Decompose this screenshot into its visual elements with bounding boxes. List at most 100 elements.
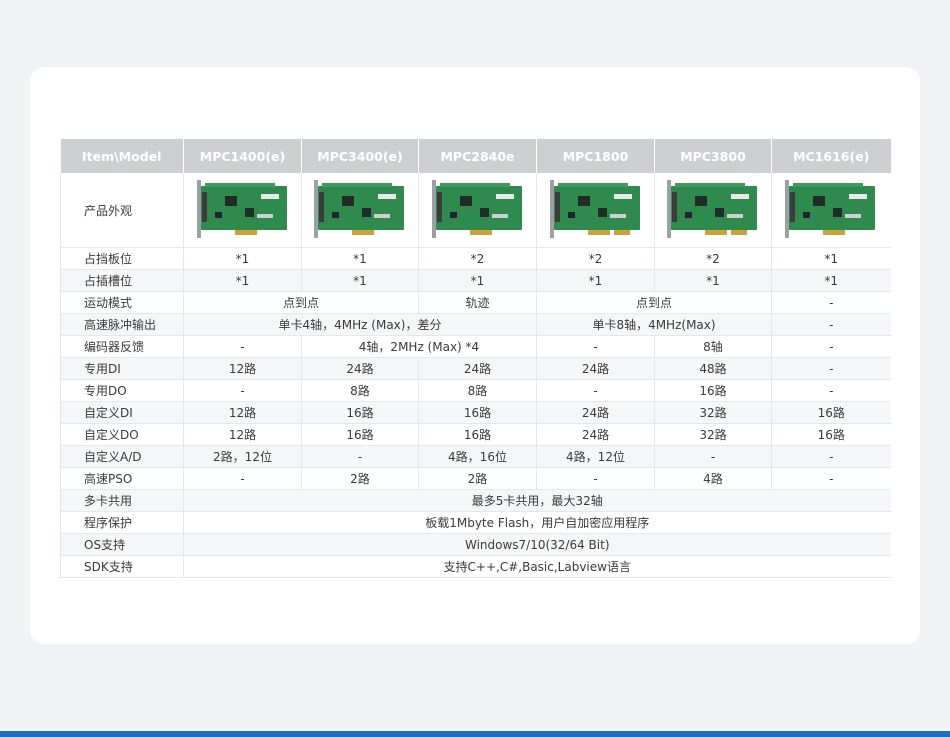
- product-image-cell: [536, 173, 655, 248]
- table-cell: *2: [418, 247, 537, 270]
- header-model-4: MPC1800: [536, 139, 655, 173]
- table-cell: 16路: [771, 401, 891, 424]
- table-cell: 4路，16位: [418, 445, 537, 468]
- row-label: 产品外观: [60, 173, 184, 248]
- row-label: 高速脉冲输出: [60, 313, 184, 336]
- table-cell: 点到点: [183, 291, 419, 314]
- table-cell: -: [771, 291, 891, 314]
- header-item-model: Item\Model: [60, 139, 184, 173]
- table-cell: 12路: [183, 357, 302, 380]
- table-cell: -: [771, 357, 891, 380]
- row-label: 多卡共用: [60, 489, 184, 512]
- table-cell: *1: [301, 247, 419, 270]
- header-model-3: MPC2840e: [418, 139, 537, 173]
- row-label: 高速PSO: [60, 467, 184, 490]
- table-cell: -: [771, 379, 891, 402]
- table-cell: -: [536, 335, 655, 358]
- table-cell: -: [301, 445, 419, 468]
- table-cell: -: [183, 379, 302, 402]
- table-cell: 2路: [301, 467, 419, 490]
- table-row: 自定义DO 12路 16路 16路 24路 32路 16路: [60, 423, 891, 446]
- row-label: OS支持: [60, 533, 184, 556]
- table-cell: 24路: [536, 357, 655, 380]
- table-row: 高速脉冲输出 单卡4轴，4MHz (Max)，差分 单卡8轴，4MHz(Max) -: [60, 313, 891, 336]
- table-cell: 2路，12位: [183, 445, 302, 468]
- table-cell: -: [183, 335, 302, 358]
- table-cell: 32路: [654, 401, 772, 424]
- table-cell: *1: [771, 247, 891, 270]
- table-cell: 16路: [771, 423, 891, 446]
- spec-table: Item\Model MPC1400(e) MPC3400(e) MPC2840…: [60, 139, 891, 578]
- table-cell: 单卡4轴，4MHz (Max)，差分: [183, 313, 537, 336]
- product-image-cell: [654, 173, 772, 248]
- header-model-1: MPC1400(e): [183, 139, 302, 173]
- header-row: Item\Model MPC1400(e) MPC3400(e) MPC2840…: [60, 139, 891, 173]
- table-cell: 板载1Mbyte Flash，用户自加密应用程序: [183, 511, 891, 534]
- pcb-board-image: [667, 180, 757, 238]
- table-row: 专用DO -8路 8路 -16路 -: [60, 379, 891, 402]
- table-cell: 24路: [536, 401, 655, 424]
- table-cell: 12路: [183, 401, 302, 424]
- header-model-5: MPC3800: [654, 139, 772, 173]
- table-cell: 支持C++,C#,Basic,Labview语言: [183, 555, 891, 578]
- header-model-6: MC1616(e): [771, 139, 891, 173]
- table-cell: 16路: [301, 401, 419, 424]
- appearance-row: 产品外观: [60, 173, 891, 248]
- table-cell: 16路: [654, 379, 772, 402]
- product-image-cell: [418, 173, 537, 248]
- table-row: 自定义DI 12路 16路 16路 24路 32路 16路: [60, 401, 891, 424]
- table-cell: 4路: [654, 467, 772, 490]
- header-model-2: MPC3400(e): [301, 139, 419, 173]
- table-cell: 16路: [418, 401, 537, 424]
- table-cell: 24路: [536, 423, 655, 446]
- table-cell: -: [654, 445, 772, 468]
- row-label: 自定义DO: [60, 423, 184, 446]
- product-image-cell: [771, 173, 891, 248]
- pcb-board-image: [549, 180, 640, 238]
- row-label: 运动模式: [60, 291, 184, 314]
- pcb-board-image: [785, 180, 876, 238]
- table-cell: 8路: [301, 379, 419, 402]
- table-cell: *2: [654, 247, 772, 270]
- table-cell: 12路: [183, 423, 302, 446]
- row-label: 专用DO: [60, 379, 184, 402]
- table-cell: 4轴，2MHz (Max) *4: [301, 335, 537, 358]
- table-cell: 32路: [654, 423, 772, 446]
- table-cell: 8路: [418, 379, 537, 402]
- product-image-cell: [301, 173, 419, 248]
- row-label: 占挡板位: [60, 247, 184, 270]
- table-cell: *1: [183, 269, 302, 292]
- table-cell: 24路: [418, 357, 537, 380]
- table-cell: *1: [771, 269, 891, 292]
- table-row: 占挡板位 *1 *1 *2 *2 *2 *1: [60, 247, 891, 270]
- table-cell: 8轴: [654, 335, 772, 358]
- table-cell: 点到点: [536, 291, 772, 314]
- row-label: 自定义A/D: [60, 445, 184, 468]
- row-label: 专用DI: [60, 357, 184, 380]
- row-label: 程序保护: [60, 511, 184, 534]
- table-cell: 16路: [418, 423, 537, 446]
- table-cell: *1: [183, 247, 302, 270]
- pcb-board-image: [314, 180, 404, 238]
- table-row: OS支持 Windows7/10(32/64 Bit): [60, 533, 891, 556]
- table-cell: -: [536, 467, 655, 490]
- table-cell: 轨迹: [418, 291, 537, 314]
- table-cell: -: [771, 335, 891, 358]
- table-cell: -: [183, 467, 302, 490]
- pcb-board-image: [431, 180, 522, 238]
- product-image-cell: [183, 173, 302, 248]
- table-cell: -: [536, 379, 655, 402]
- table-cell: -: [771, 467, 891, 490]
- table-cell: 48路: [654, 357, 772, 380]
- table-cell: 最多5卡共用，最大32轴: [183, 489, 891, 512]
- table-row: 占插槽位 *1 *1 *1 *1 *1 *1: [60, 269, 891, 292]
- table-row: 专用DI 12路 24路 24路 24路 48路 -: [60, 357, 891, 380]
- table-cell: Windows7/10(32/64 Bit): [183, 533, 891, 556]
- pcb-board-image: [196, 180, 287, 238]
- table-cell: 16路: [301, 423, 419, 446]
- row-label: 自定义DI: [60, 401, 184, 424]
- table-cell: *1: [654, 269, 772, 292]
- table-cell: *1: [536, 269, 655, 292]
- table-cell: *1: [301, 269, 419, 292]
- table-row: 自定义A/D 2路，12位 -4路，16位 4路，12位 - -: [60, 445, 891, 468]
